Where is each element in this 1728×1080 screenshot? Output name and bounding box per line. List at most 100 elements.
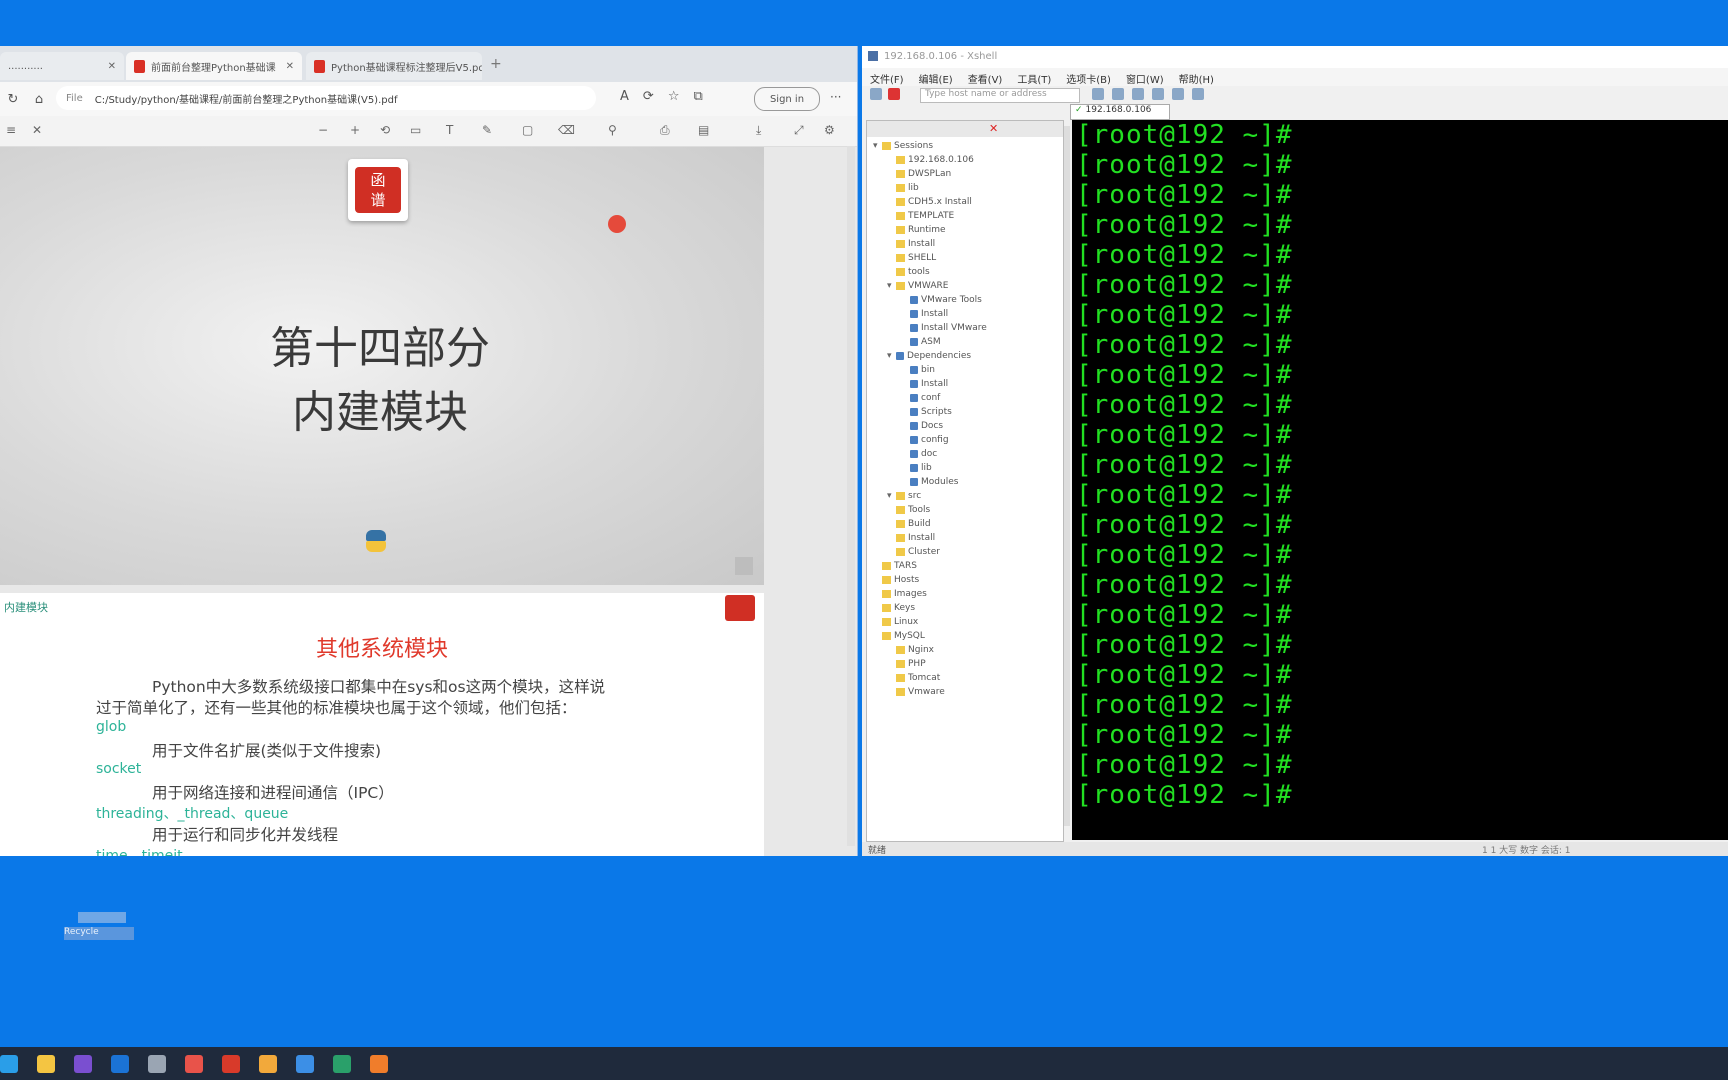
sign-in-button[interactable]: Sign in: [754, 87, 820, 111]
xshell-icon[interactable]: [296, 1055, 314, 1073]
close-icon[interactable]: ✕: [280, 61, 294, 72]
close-icon[interactable]: ✕: [102, 61, 116, 72]
terminal-console[interactable]: [root@192 ~]# [root@192 ~]# [root@192 ~]#[…: [1072, 120, 1728, 840]
toolbar-icon[interactable]: [1172, 88, 1184, 100]
tree-node[interactable]: Tools: [887, 505, 930, 515]
tree-node[interactable]: VMware Tools: [901, 295, 982, 305]
tree-node[interactable]: Modules: [901, 477, 958, 487]
tree-node[interactable]: Install VMware: [901, 323, 987, 333]
menu-edit[interactable]: 编辑(E): [911, 68, 960, 86]
tree-node[interactable]: Install: [887, 239, 935, 249]
outlook-icon[interactable]: [111, 1055, 129, 1073]
chevron-down-icon[interactable]: ▾: [873, 141, 882, 151]
tree-scrollbar[interactable]: [1064, 126, 1070, 826]
tree-node[interactable]: CDH5.x Install: [887, 197, 972, 207]
tree-node[interactable]: Install: [901, 379, 948, 389]
browser-tab[interactable]: Python基础课程标注整理后V5.pdf ✕: [306, 52, 482, 80]
tree-node[interactable]: ▾ Dependencies: [887, 351, 971, 361]
tree-node[interactable]: conf: [901, 393, 940, 403]
menu-icon[interactable]: ≡: [6, 123, 16, 137]
zoom-in-icon[interactable]: +: [350, 123, 360, 137]
disconnect-icon[interactable]: [888, 88, 900, 100]
tree-node[interactable]: Tomcat: [887, 673, 940, 683]
menu-view[interactable]: 查看(V): [960, 68, 1010, 86]
menu-window[interactable]: 窗口(W): [1118, 68, 1171, 86]
tree-node[interactable]: DWSPLan: [887, 169, 951, 179]
favorites-icon[interactable]: ☆: [668, 89, 680, 104]
fullscreen-icon[interactable]: ⤢: [794, 123, 804, 138]
tree-node[interactable]: tools: [887, 267, 930, 277]
refresh-page-icon[interactable]: ⟳: [643, 89, 654, 104]
tree-node[interactable]: TARS: [873, 561, 917, 571]
toolbar-icon[interactable]: [1132, 88, 1144, 100]
pdf-viewer[interactable]: 函谱 第十四部分 内建模块 内建模块 其他系统模块 Python中大多数系统级接…: [0, 147, 857, 856]
menu-file[interactable]: 文件(F): [862, 68, 911, 86]
tree-node[interactable]: ▾ src: [887, 491, 921, 501]
tree-node[interactable]: Build: [887, 519, 931, 529]
notes-icon[interactable]: [148, 1055, 166, 1073]
app-icon[interactable]: [370, 1055, 388, 1073]
tree-node[interactable]: Keys: [873, 603, 915, 613]
tree-node[interactable]: Install: [901, 309, 948, 319]
address-input[interactable]: File C:/Study/python/基础课程/前面前台整理之Python基…: [56, 86, 596, 110]
file-explorer-icon[interactable]: [37, 1055, 55, 1073]
more-icon[interactable]: ···: [830, 90, 841, 104]
settings-icon[interactable]: ⚙: [824, 123, 835, 137]
browser-tab-active[interactable]: 前面前台整理Python基础课 ✕: [126, 52, 302, 80]
search-icon[interactable]: ⚲: [608, 123, 617, 137]
rotate-icon[interactable]: ⟲: [380, 123, 390, 137]
toolbar-icon[interactable]: [1092, 88, 1104, 100]
print-icon[interactable]: ⎙: [660, 123, 670, 138]
chevron-down-icon[interactable]: ▾: [887, 351, 896, 361]
tree-node[interactable]: TEMPLATE: [887, 211, 954, 221]
tree-node[interactable]: lib: [901, 463, 932, 473]
tree-node[interactable]: Scripts: [901, 407, 952, 417]
tree-node[interactable]: doc: [901, 449, 937, 459]
chevron-down-icon[interactable]: ▾: [887, 281, 896, 291]
browser-scrollbar[interactable]: [847, 146, 855, 846]
tree-node[interactable]: Cluster: [887, 547, 940, 557]
desktop-icon[interactable]: Recycle: [64, 912, 134, 946]
tree-node[interactable]: Docs: [901, 421, 943, 431]
tree-node[interactable]: bin: [901, 365, 935, 375]
new-session-icon[interactable]: [870, 88, 882, 100]
delete-icon[interactable]: ✕: [989, 122, 998, 135]
tree-node[interactable]: Images: [873, 589, 927, 599]
toolbar-icon[interactable]: [1112, 88, 1124, 100]
tree-node[interactable]: config: [901, 435, 949, 445]
tree-node[interactable]: ASM: [901, 337, 941, 347]
browser-tab[interactable]: ........... ✕: [0, 52, 124, 80]
highlight-icon[interactable]: ▢: [522, 123, 533, 137]
tree-node[interactable]: Linux: [873, 617, 918, 627]
tree-node[interactable]: Nginx: [887, 645, 934, 655]
session-tab[interactable]: ✓ 192.168.0.106: [1070, 104, 1170, 120]
chevron-down-icon[interactable]: ▾: [887, 491, 896, 501]
tree-node[interactable]: MySQL: [873, 631, 925, 641]
toolbar-icon[interactable]: [1192, 88, 1204, 100]
host-input[interactable]: Type host name or address: [920, 88, 1080, 103]
tree-node[interactable]: SHELL: [887, 253, 936, 263]
tree-node[interactable]: Runtime: [887, 225, 946, 235]
home-icon[interactable]: ⌂: [26, 92, 52, 107]
download-icon[interactable]: ⤓: [756, 123, 761, 138]
chrome-icon[interactable]: [222, 1055, 240, 1073]
terminal-icon[interactable]: [259, 1055, 277, 1073]
erase-icon[interactable]: ⌫: [558, 123, 575, 137]
tree-node[interactable]: lib: [887, 183, 919, 193]
pdf-icon[interactable]: [185, 1055, 203, 1073]
tool-icon[interactable]: [333, 1055, 351, 1073]
save-icon[interactable]: ▤: [698, 123, 709, 137]
tree-node[interactable]: ▾ VMWARE: [887, 281, 948, 291]
page-view-icon[interactable]: ▭: [410, 123, 421, 137]
start-icon[interactable]: [0, 1055, 18, 1073]
refresh-icon[interactable]: ↻: [0, 92, 26, 107]
toolbar-icon[interactable]: [1152, 88, 1164, 100]
read-aloud-icon[interactable]: A: [620, 89, 629, 104]
zoom-out-icon[interactable]: −: [318, 123, 328, 137]
tree-node[interactable]: Hosts: [873, 575, 919, 585]
tree-node[interactable]: ▾ Sessions: [873, 141, 933, 151]
menu-help[interactable]: 帮助(H): [1171, 68, 1221, 86]
text-icon[interactable]: T: [446, 123, 453, 137]
draw-icon[interactable]: ✎: [482, 123, 492, 137]
collections-icon[interactable]: ⧉: [693, 89, 702, 104]
